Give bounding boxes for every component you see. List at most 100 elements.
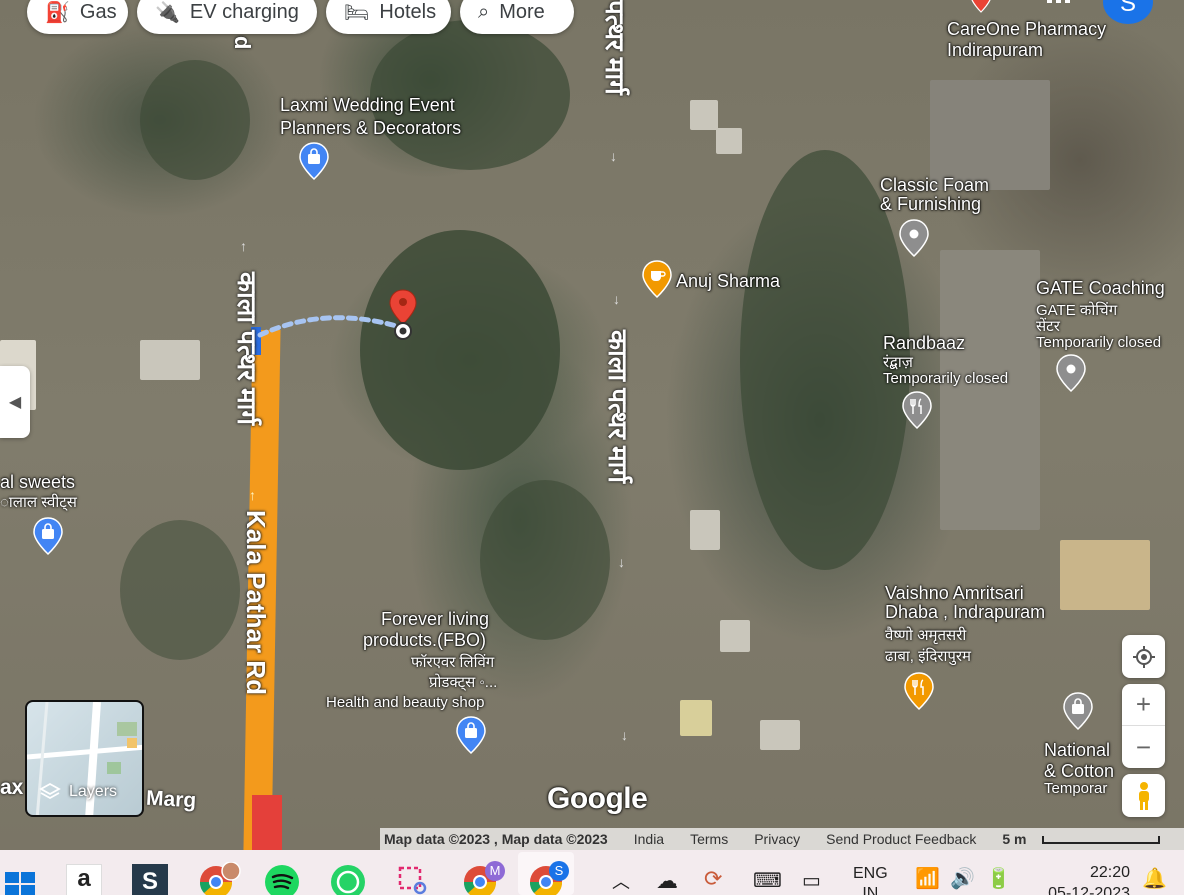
poi-vaishno-name-line1[interactable]: Vaishno Amritsari — [885, 583, 1024, 604]
chip-hotels-label: Hotels — [379, 0, 437, 23]
chip-more-label: More — [499, 0, 545, 23]
road-label-kala-pathar-english: Kala Pathar Rd — [241, 510, 271, 695]
layers-button[interactable]: Layers — [25, 700, 144, 817]
rooftop — [1060, 540, 1150, 610]
my-location-icon — [1132, 645, 1155, 668]
zoom-in-button[interactable]: + — [1122, 684, 1165, 726]
language-indicator[interactable]: ENG IN — [853, 864, 888, 895]
rooftop — [940, 250, 1040, 530]
chrome-profile-1-icon[interactable] — [196, 862, 244, 895]
road-label-d: d — [230, 36, 255, 50]
tree-cluster — [360, 230, 560, 470]
clock[interactable]: 22:20 05-12-2023 — [1036, 862, 1130, 895]
language-code: ENG — [853, 865, 888, 882]
poi-vaishno-hindi-line2: ढाबा, इंदिरापुरम — [885, 648, 971, 665]
amazon-app-icon[interactable]: a — [66, 864, 102, 895]
chip-ev-charging[interactable]: 🔌 EV charging — [137, 0, 317, 34]
search-icon: ⌕ — [478, 0, 490, 23]
chrome-profile-m-badge: M — [490, 863, 501, 878]
poi-sweets-name[interactable]: al sweets — [0, 472, 75, 493]
rooftop — [690, 510, 720, 550]
grey-place-pin-icon[interactable] — [899, 219, 929, 257]
restaurant-pin-icon[interactable] — [904, 672, 934, 710]
whatsapp-icon[interactable] — [330, 864, 366, 895]
spotify-icon[interactable] — [264, 864, 300, 895]
poi-vaishno-name-line2[interactable]: Dhaba , Indrapuram — [885, 602, 1045, 623]
poi-randbaaz-status: Temporarily closed — [883, 370, 1009, 387]
direction-arrow-icon: ↓ — [621, 727, 628, 743]
road-label-ax: ax — [0, 776, 24, 799]
restaurant-pin-icon[interactable] — [902, 391, 932, 429]
poi-careone-name-line2[interactable]: Indirapuram — [947, 40, 1043, 61]
poi-forever-hindi-line2: प्रोडक्ट्स ◦... — [429, 674, 498, 691]
rooftop — [680, 700, 712, 736]
poi-national-name-line1[interactable]: National — [1044, 740, 1110, 761]
snipping-tool-icon[interactable] — [396, 864, 432, 895]
pharmacy-pin-icon[interactable] — [970, 0, 992, 14]
windows-start-icon[interactable] — [3, 868, 37, 895]
poi-randbaaz-name[interactable]: Randbaaz — [883, 333, 965, 354]
shopping-bag-pin-icon[interactable] — [33, 517, 63, 555]
shopping-bag-pin-icon[interactable] — [1063, 692, 1093, 730]
direction-arrow-icon: ↑ — [240, 238, 247, 254]
onedrive-cloud-icon[interactable]: ☁ — [656, 868, 678, 894]
direction-arrow-icon: ↓ — [613, 291, 620, 307]
rooftop — [140, 340, 200, 380]
map-canvas[interactable]: ↑ ↓ ↓ ↓ ↓ ↑ काला पत्थर मार्ग Kala Pathar… — [0, 0, 1184, 850]
tablet-mode-icon[interactable]: ▭ — [802, 868, 821, 893]
terms-link[interactable]: Terms — [690, 831, 728, 847]
poi-laxmi-name-line1[interactable]: Laxmi Wedding Event — [280, 95, 455, 116]
poi-forever-name-line2[interactable]: products.(FBO) — [363, 630, 486, 651]
sync-icon[interactable]: ⟳ — [704, 866, 722, 892]
chrome-profile-m-icon[interactable]: M — [460, 860, 508, 895]
chrome-profile-s-icon[interactable]: S — [526, 860, 574, 895]
scale-label[interactable]: 5 m — [1002, 831, 1026, 847]
app-s-icon[interactable]: S — [132, 864, 168, 895]
google-apps-grid-icon[interactable] — [1045, 0, 1073, 12]
poi-gate-status: Temporarily closed — [1036, 334, 1162, 351]
country-link[interactable]: India — [634, 831, 664, 847]
show-hidden-icons-chevron-icon[interactable]: ︿ — [612, 868, 630, 894]
scale-bar — [1042, 836, 1160, 844]
poi-classic-foam-line2[interactable]: & Furnishing — [880, 194, 981, 215]
poi-careone-name-line1[interactable]: CareOne Pharmacy — [947, 19, 1106, 40]
route-line-traffic-red — [252, 795, 282, 850]
poi-national-name-line2[interactable]: & Cotton — [1044, 761, 1114, 782]
direction-arrow-icon: ↓ — [610, 148, 617, 164]
shopping-bag-pin-icon[interactable] — [299, 142, 329, 180]
grey-place-pin-icon[interactable] — [1056, 354, 1086, 392]
poi-gate-name[interactable]: GATE Coaching — [1036, 278, 1165, 299]
send-feedback-link[interactable]: Send Product Feedback — [826, 831, 976, 847]
road-label-pathar-marg-top: पत्थर मार्ग — [600, 0, 630, 95]
wifi-icon[interactable]: 📶 — [915, 866, 940, 891]
destination-pin-icon[interactable] — [388, 288, 418, 340]
chrome-profile-s-badge: S — [555, 863, 564, 878]
poi-laxmi-name-line2[interactable]: Planners & Decorators — [280, 118, 461, 139]
chip-hotels[interactable]: 🛏 Hotels — [326, 0, 451, 34]
privacy-link[interactable]: Privacy — [754, 831, 800, 847]
zoom-out-button[interactable]: − — [1122, 726, 1165, 768]
zoom-control: + − — [1122, 684, 1165, 768]
ev-charging-icon: 🔌 — [155, 1, 180, 24]
cafe-pin-icon[interactable] — [642, 260, 672, 298]
collapse-side-panel-button[interactable]: ◀ — [0, 366, 30, 438]
layers-label: Layers — [69, 783, 118, 800]
battery-icon[interactable]: 🔋 — [986, 866, 1011, 891]
chip-gas[interactable]: ⛽ Gas — [27, 0, 128, 34]
my-location-button[interactable] — [1122, 635, 1165, 678]
poi-forever-category: Health and beauty shop — [326, 694, 485, 711]
chevron-left-icon: ◀ — [8, 394, 22, 411]
poi-forever-hindi-line1: फॉरएवर लिविंग — [411, 654, 495, 671]
poi-anuj-sharma-name[interactable]: Anuj Sharma — [676, 271, 780, 292]
volume-icon[interactable]: 🔊 — [950, 866, 975, 891]
shopping-bag-pin-icon[interactable] — [456, 716, 486, 754]
road-label-kala-pathar-hindi-left: काला पत्थर मार्ग — [232, 272, 262, 426]
poi-classic-foam-line1[interactable]: Classic Foam — [880, 175, 989, 196]
chip-more[interactable]: ⌕ More — [460, 0, 574, 34]
keyboard-icon[interactable]: ⌨ — [753, 868, 782, 893]
poi-forever-name-line1[interactable]: Forever living — [381, 609, 489, 630]
pegman-street-view-button[interactable] — [1122, 774, 1165, 817]
road-label-marg: Marg — [145, 786, 197, 813]
notifications-icon[interactable]: 🔔 — [1142, 866, 1167, 891]
map-data-credit: Map data ©2023 , Map data ©2023 — [384, 831, 608, 847]
